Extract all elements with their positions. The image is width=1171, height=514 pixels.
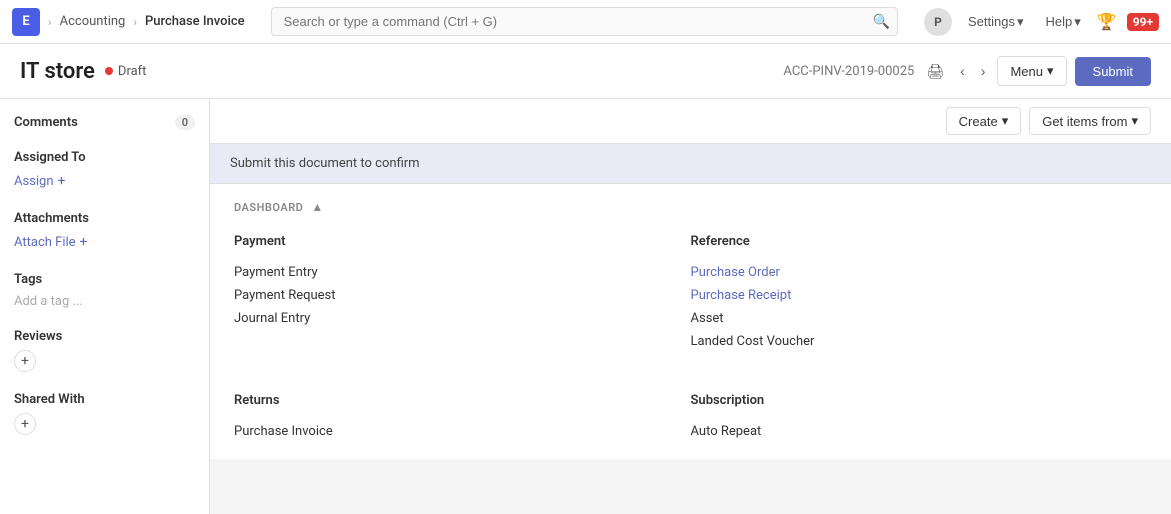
- get-items-chevron-icon: ▾: [1131, 113, 1138, 129]
- dash-item-purchase-receipt[interactable]: Purchase Receipt: [691, 284, 1148, 307]
- content-area: Create ▾ Get items from ▾ Submit this do…: [210, 99, 1171, 514]
- dash-item-payment-entry[interactable]: Payment Entry: [234, 261, 675, 284]
- sidebar-attachments-header: Attachments: [14, 211, 195, 226]
- doc-title: IT store: [20, 59, 95, 84]
- payment-column: Payment Payment Entry Payment Request Jo…: [234, 234, 691, 369]
- comments-count: 0: [175, 115, 195, 130]
- get-items-button[interactable]: Get items from ▾: [1029, 107, 1151, 135]
- status-badge: Draft: [105, 64, 147, 79]
- settings-chevron-icon: ▾: [1017, 14, 1024, 30]
- next-record-button[interactable]: ›: [977, 59, 990, 83]
- help-chevron-icon: ▾: [1074, 14, 1081, 30]
- sidebar-shared-section: Shared With +: [14, 392, 195, 435]
- reviews-label: Reviews: [14, 329, 62, 344]
- prev-record-button[interactable]: ‹: [956, 59, 969, 83]
- sidebar-assigned-section: Assigned To Assign +: [14, 150, 195, 191]
- dashboard-section: DASHBOARD ▲ Payment Payment Entry Paymen…: [210, 184, 1171, 459]
- print-button[interactable]: 🖨: [922, 59, 948, 84]
- breadcrumb-purchase-invoice: Purchase Invoice: [145, 14, 245, 29]
- dash-item-landed-cost[interactable]: Landed Cost Voucher: [691, 330, 1148, 353]
- reference-title: Reference: [691, 234, 1148, 249]
- status-dot: [105, 67, 113, 75]
- sidebar-reviews-section: Reviews +: [14, 329, 195, 372]
- sidebar-reviews-header: Reviews: [14, 329, 195, 344]
- sidebar-comments-section: Comments 0: [14, 115, 195, 130]
- payment-title: Payment: [234, 234, 675, 249]
- returns-grid: Returns Purchase Invoice Subscription Au…: [234, 393, 1147, 443]
- add-review-button[interactable]: +: [14, 350, 36, 372]
- dash-item-journal-entry[interactable]: Journal Entry: [234, 307, 675, 330]
- comments-label: Comments: [14, 115, 78, 130]
- dash-item-returns-purchase-invoice[interactable]: Purchase Invoice: [234, 420, 675, 443]
- menu-button[interactable]: Menu ▾: [997, 56, 1066, 86]
- create-button[interactable]: Create ▾: [946, 107, 1022, 135]
- dash-item-payment-request[interactable]: Payment Request: [234, 284, 675, 307]
- dashboard-header[interactable]: DASHBOARD ▲: [234, 200, 1147, 214]
- status-label: Draft: [118, 64, 147, 79]
- submit-button[interactable]: Submit: [1075, 57, 1151, 86]
- doc-actions: ACC-PINV-2019-00025 🖨 ‹ › Menu ▾ Submit: [783, 56, 1151, 86]
- add-tag-link[interactable]: Add a tag ...: [14, 294, 83, 309]
- returns-title: Returns: [234, 393, 675, 408]
- sidebar-comments-header: Comments 0: [14, 115, 195, 130]
- subscription-title: Subscription: [691, 393, 1132, 408]
- submit-notice: Submit this document to confirm: [210, 144, 1171, 184]
- assign-link[interactable]: Assign +: [14, 171, 195, 191]
- toolbar-bar: Create ▾ Get items from ▾: [210, 99, 1171, 144]
- sidebar-assigned-header: Assigned To: [14, 150, 195, 165]
- breadcrumb-sep-2: ›: [133, 15, 137, 29]
- doc-id: ACC-PINV-2019-00025: [783, 64, 914, 79]
- search-input[interactable]: [271, 7, 898, 36]
- dashboard-label: DASHBOARD: [234, 201, 303, 214]
- assign-plus-icon: +: [58, 173, 66, 189]
- reference-column: Reference Purchase Order Purchase Receip…: [691, 234, 1148, 369]
- returns-section: Returns Purchase Invoice Subscription Au…: [234, 393, 1147, 443]
- help-button[interactable]: Help ▾: [1039, 10, 1086, 34]
- breadcrumb-sep-1: ›: [48, 15, 52, 29]
- tags-label: Tags: [14, 272, 42, 287]
- doc-title-area: IT store Draft: [20, 59, 146, 84]
- add-shared-button[interactable]: +: [14, 413, 36, 435]
- attachments-label: Attachments: [14, 211, 89, 226]
- menu-chevron-icon: ▾: [1047, 63, 1054, 79]
- search-bar: 🔍: [271, 7, 898, 36]
- reviews-controls: +: [14, 350, 195, 372]
- sidebar-shared-header: Shared With: [14, 392, 195, 407]
- nav-right: P Settings ▾ Help ▾ 🏆 99+: [924, 8, 1159, 36]
- page-header: IT store Draft ACC-PINV-2019-00025 🖨 ‹ ›…: [0, 44, 1171, 99]
- settings-button[interactable]: Settings ▾: [962, 10, 1030, 34]
- trophy-icon: 🏆: [1097, 12, 1117, 31]
- submit-notice-text: Submit this document to confirm: [230, 156, 420, 171]
- top-navbar: E › Accounting › Purchase Invoice 🔍 P Se…: [0, 0, 1171, 44]
- dashboard-chevron-icon: ▲: [311, 200, 323, 214]
- sidebar-attachments-section: Attachments Attach File +: [14, 211, 195, 252]
- attach-plus-icon: +: [80, 234, 88, 250]
- dash-item-purchase-order[interactable]: Purchase Order: [691, 261, 1148, 284]
- search-icon: 🔍: [873, 14, 890, 30]
- returns-column: Returns Purchase Invoice: [234, 393, 691, 443]
- assigned-to-label: Assigned To: [14, 150, 86, 165]
- subscription-column: Subscription Auto Repeat: [691, 393, 1148, 443]
- sidebar: Comments 0 Assigned To Assign + Attachme…: [0, 99, 210, 514]
- app-icon[interactable]: E: [12, 8, 40, 36]
- sidebar-tags-section: Tags Add a tag ...: [14, 272, 195, 309]
- notification-badge[interactable]: 99+: [1127, 13, 1159, 31]
- toolbar-right: Create ▾ Get items from ▾: [946, 107, 1151, 135]
- breadcrumb-accounting[interactable]: Accounting: [60, 14, 126, 29]
- shared-with-label: Shared With: [14, 392, 85, 407]
- dashboard-grid: Payment Payment Entry Payment Request Jo…: [234, 234, 1147, 369]
- create-chevron-icon: ▾: [1002, 113, 1009, 129]
- dash-item-asset[interactable]: Asset: [691, 307, 1148, 330]
- attach-file-link[interactable]: Attach File +: [14, 232, 195, 252]
- sidebar-tags-header: Tags: [14, 272, 195, 287]
- main-layout: Comments 0 Assigned To Assign + Attachme…: [0, 99, 1171, 514]
- dash-item-auto-repeat[interactable]: Auto Repeat: [691, 420, 1132, 443]
- avatar: P: [924, 8, 952, 36]
